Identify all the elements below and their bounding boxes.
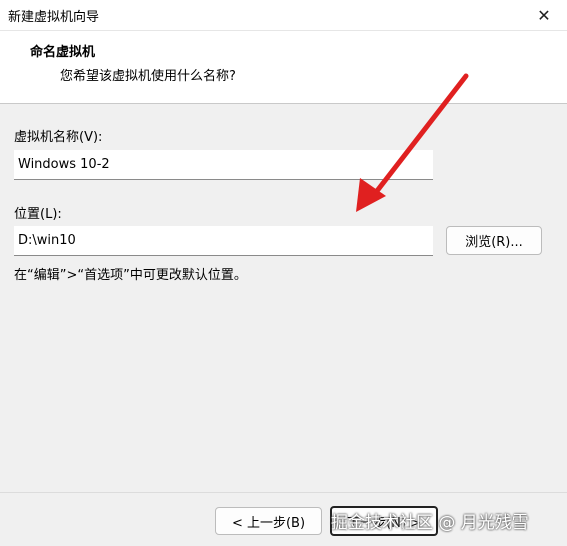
wizard-header: 命名虚拟机 您希望该虚拟机使用什么名称? — [0, 31, 567, 104]
location-label: 位置(L): — [14, 207, 62, 222]
footer-divider — [0, 492, 567, 493]
browse-button[interactable]: 浏览(R)... — [446, 226, 542, 255]
title-bar: 新建虚拟机向导 ✕ — [0, 0, 567, 31]
window-title: 新建虚拟机向导 — [8, 10, 100, 25]
vm-name-input[interactable] — [14, 150, 433, 180]
back-button[interactable]: < 上一步(B) — [215, 507, 322, 535]
vm-name-label: 虚拟机名称(V): — [14, 130, 103, 145]
close-icon[interactable]: ✕ — [521, 0, 567, 30]
location-hint: 在“编辑”>“首选项”中可更改默认位置。 — [14, 268, 247, 283]
page-subtitle: 您希望该虚拟机使用什么名称? — [60, 69, 236, 84]
page-title: 命名虚拟机 — [30, 45, 96, 60]
location-input[interactable] — [14, 226, 433, 256]
watermark: 掘金技术社区 @ 月光残雪 — [331, 513, 529, 533]
